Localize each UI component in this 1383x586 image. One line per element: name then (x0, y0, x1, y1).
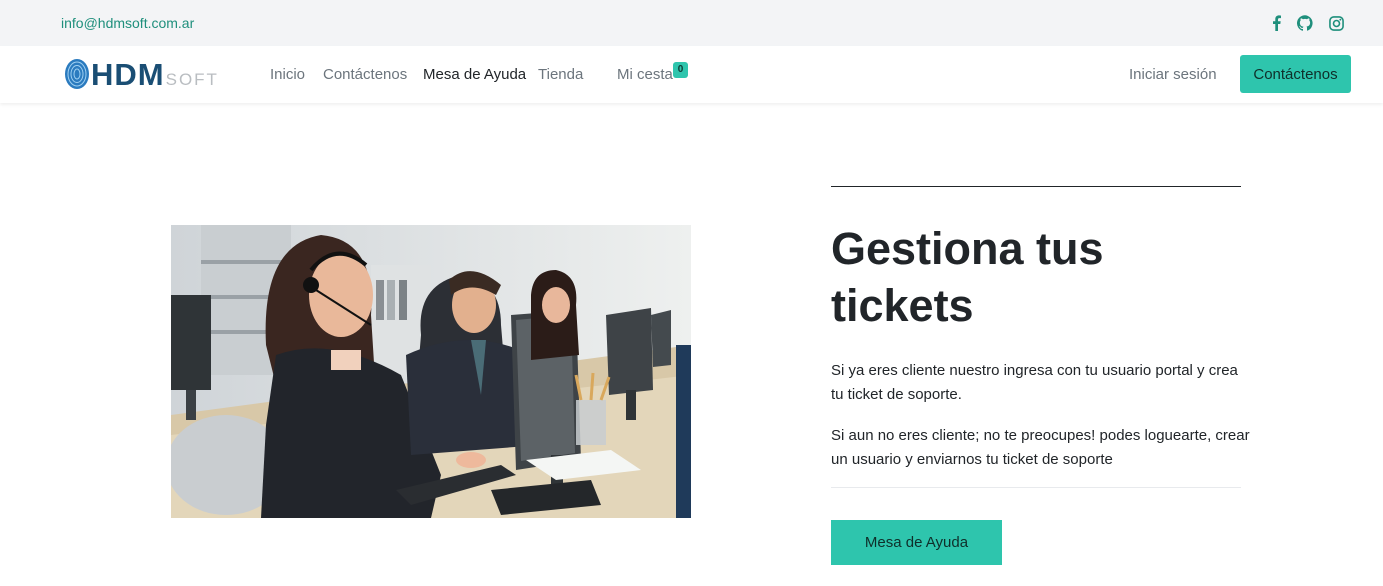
page-title: Gestiona tus tickets (831, 223, 1104, 331)
secondary-paragraph: Si aun no eres cliente; no te preocupes!… (831, 427, 1250, 468)
content-divider (831, 487, 1241, 488)
cart-count-badge: 0 (673, 62, 688, 78)
instagram-icon[interactable] (1328, 14, 1344, 32)
contact-button[interactable]: Contáctenos (1240, 55, 1351, 93)
facebook-icon[interactable] (1268, 14, 1284, 32)
hdmsoft-logo[interactable]: HDM SOFT (64, 55, 229, 93)
nav-link-contactenos[interactable]: Contáctenos (323, 66, 407, 83)
nav-link-tienda[interactable]: Tienda (538, 66, 583, 83)
logo-wordmark: HDM (91, 56, 165, 92)
contact-email-link[interactable]: info@hdmsoft.com.ar (61, 15, 194, 31)
title-divider (831, 186, 1241, 187)
top-bar: info@hdmsoft.com.ar (0, 0, 1383, 46)
intro-paragraph: Si ya eres cliente nuestro ingresa con t… (831, 362, 1238, 403)
help-desk-button[interactable]: Mesa de Ayuda (831, 520, 1002, 565)
logo-subtext: SOFT (165, 70, 219, 89)
nav-link-mi-cesta[interactable]: Mi cesta (617, 66, 673, 83)
github-icon[interactable] (1297, 14, 1313, 32)
signin-link[interactable]: Iniciar sesión (1129, 66, 1217, 83)
nav-link-inicio[interactable]: Inicio (270, 66, 305, 83)
main-navbar: HDM SOFT Inicio Contáctenos Mesa de Ayud… (0, 46, 1383, 103)
fingerprint-logo-icon (65, 59, 89, 89)
call-center-agents-photo (171, 225, 691, 518)
nav-link-mesa-de-ayuda[interactable]: Mesa de Ayuda (423, 66, 526, 83)
